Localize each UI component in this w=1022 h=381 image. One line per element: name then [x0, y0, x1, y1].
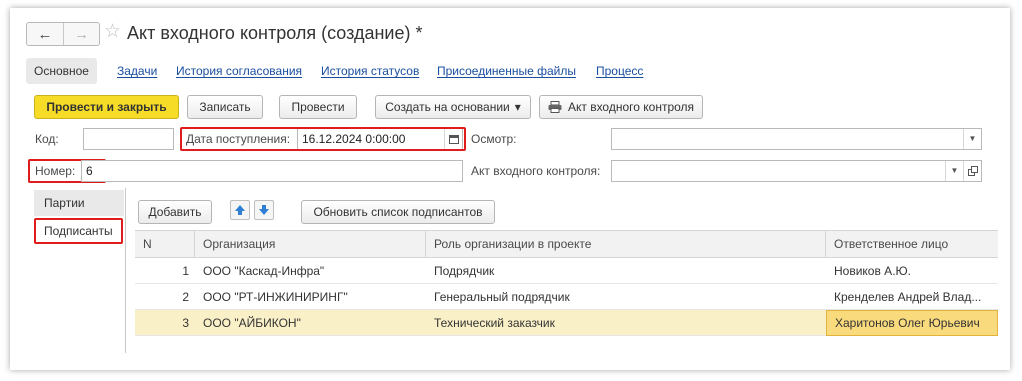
favorite-star-icon[interactable]: ☆ — [104, 22, 121, 42]
row-organization: ООО "Каскад-Инфра" — [203, 264, 325, 278]
signatories-table: N Организация Роль организации в проекте… — [135, 230, 998, 336]
open-icon[interactable] — [963, 161, 981, 181]
move-up-icon[interactable] — [230, 200, 250, 220]
chevron-down-icon: ▾ — [514, 100, 521, 114]
create-based-on-label: Создать на основании — [385, 100, 510, 114]
code-field[interactable] — [83, 128, 174, 150]
dropdown-arrow-icon[interactable]: ▼ — [945, 161, 963, 181]
row-number: 3 — [182, 316, 189, 330]
navigation-group: ← → — [26, 22, 100, 46]
table-row[interactable]: 1 ООО "Каскад-Инфра" Подрядчик Новиков А… — [135, 258, 998, 284]
tab-batches[interactable]: Партии — [34, 190, 124, 216]
refresh-signatories-button[interactable]: Обновить список подписантов — [301, 200, 495, 224]
date-highlight-box — [180, 127, 466, 151]
section-attached-files[interactable]: Присоединенные файлы — [437, 58, 576, 84]
section-approval-history[interactable]: История согласования — [176, 58, 302, 84]
save-button[interactable]: Записать — [187, 95, 263, 119]
row-responsible-active-cell[interactable]: Харитонов Олег Юрьевич — [826, 310, 998, 336]
act-field[interactable]: ▼ — [611, 160, 982, 182]
row-organization: ООО "РТ-ИНЖИНИРИНГ" — [203, 290, 348, 304]
forward-arrow-icon[interactable]: → — [63, 23, 99, 45]
row-responsible: Новиков А.Ю. — [834, 264, 911, 278]
printer-icon — [548, 101, 562, 113]
row-responsible: Кренделев Андрей Влад... — [834, 290, 982, 304]
row-role: Подрядчик — [434, 264, 495, 278]
print-act-button[interactable]: Акт входного контроля — [539, 95, 703, 119]
move-down-icon[interactable] — [254, 200, 274, 220]
column-organization[interactable]: Организация — [195, 231, 426, 257]
number-field[interactable]: 6 — [81, 160, 463, 182]
print-act-label: Акт входного контроля — [567, 100, 695, 114]
table-header: N Организация Роль организации в проекте… — [135, 230, 998, 258]
inspection-field[interactable]: ▼ — [611, 128, 982, 150]
post-button[interactable]: Провести — [279, 95, 357, 119]
row-role: Технический заказчик — [434, 316, 555, 330]
page-title: Акт входного контроля (создание) * — [127, 23, 423, 43]
move-buttons — [230, 200, 274, 220]
section-process[interactable]: Процесс — [596, 58, 643, 84]
row-number: 2 — [182, 290, 189, 304]
section-main[interactable]: Основное — [26, 58, 97, 84]
dropdown-arrow-icon[interactable]: ▼ — [963, 129, 981, 149]
section-status-history[interactable]: История статусов — [321, 58, 419, 84]
code-label: Код: — [35, 132, 59, 146]
row-role: Генеральный подрядчик — [434, 290, 570, 304]
inspection-label: Осмотр: — [471, 132, 517, 146]
act-label: Акт входного контроля: — [471, 164, 601, 178]
number-label: Номер: — [35, 164, 76, 178]
column-role[interactable]: Роль организации в проекте — [426, 231, 826, 257]
row-organization: ООО "АЙБИКОН" — [203, 316, 301, 330]
add-button[interactable]: Добавить — [138, 200, 212, 224]
back-arrow-icon[interactable]: ← — [27, 23, 63, 45]
column-n[interactable]: N — [135, 231, 195, 257]
row-number: 1 — [182, 264, 189, 278]
create-based-on-button[interactable]: Создать на основании ▾ — [375, 95, 531, 119]
signatories-highlight-box — [34, 218, 123, 244]
tabs-divider — [125, 188, 126, 353]
table-row[interactable]: 2 ООО "РТ-ИНЖИНИРИНГ" Генеральный подряд… — [135, 284, 998, 310]
column-responsible[interactable]: Ответственное лицо — [826, 231, 998, 257]
post-and-close-button[interactable]: Провести и закрыть — [34, 95, 179, 119]
table-row-selected[interactable]: 3 ООО "АЙБИКОН" Технический заказчик Хар… — [135, 310, 998, 336]
section-tasks[interactable]: Задачи — [117, 58, 157, 84]
